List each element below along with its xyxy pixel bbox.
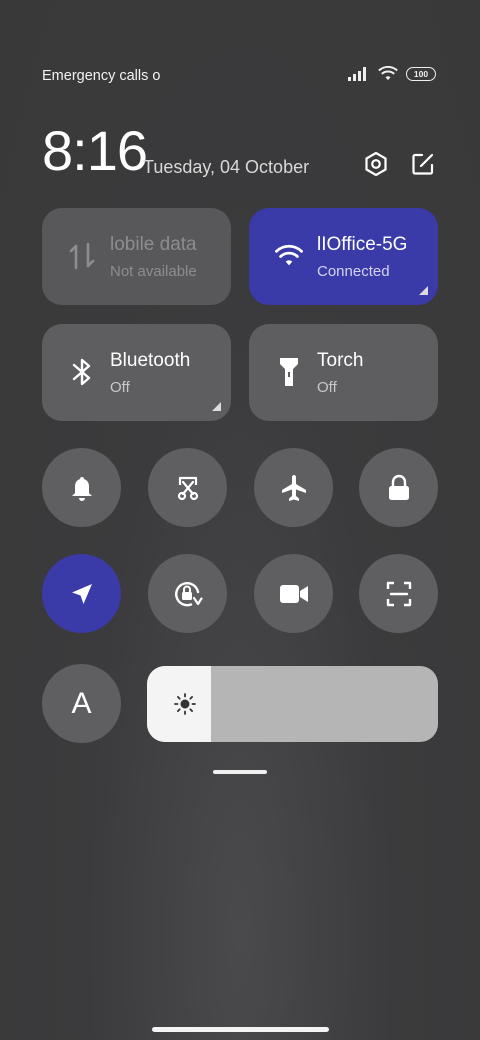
edit-icon[interactable]	[409, 150, 437, 178]
screenshot-toggle[interactable]	[148, 448, 227, 527]
sun-icon	[174, 693, 196, 715]
bluetooth-label: Bluetooth	[110, 350, 191, 371]
settings-gear-icon[interactable]	[362, 150, 390, 178]
screen-record-icon	[279, 584, 308, 603]
airplane-icon	[281, 474, 306, 501]
wifi-expand-corner[interactable]	[419, 286, 428, 295]
status-carrier-text: Emergency calls o	[42, 68, 161, 84]
lock-icon	[388, 474, 409, 500]
mobile-data-label: lobile data	[110, 234, 197, 255]
torch-tile[interactable]: Torch Off	[249, 324, 438, 421]
status-icons: 100	[348, 66, 436, 81]
brightness-slider[interactable]	[147, 666, 438, 742]
mobile-data-icon	[68, 241, 96, 271]
rotation-lock-icon	[174, 581, 203, 606]
font-button-label: A	[71, 686, 92, 720]
scanner-icon	[386, 581, 411, 606]
clock-time: 8:16	[42, 119, 148, 182]
location-icon	[71, 583, 92, 604]
bluetooth-icon	[68, 357, 96, 387]
wifi-tile[interactable]: lIOffice-5G Connected	[249, 208, 438, 305]
signal-icon	[348, 66, 366, 81]
mobile-data-tile[interactable]: lobile data Not available	[42, 208, 231, 305]
scanner-toggle[interactable]	[359, 554, 438, 633]
home-indicator[interactable]	[152, 1027, 329, 1032]
bluetooth-expand-corner[interactable]	[212, 402, 221, 411]
drag-handle[interactable]	[213, 770, 267, 774]
mobile-data-state: Not available	[110, 263, 197, 280]
screen-recorder-toggle[interactable]	[254, 554, 333, 633]
clock-date: Tuesday, 04 October	[143, 157, 310, 177]
status-wifi-icon	[378, 66, 398, 81]
wifi-state: Connected	[317, 263, 390, 280]
font-size-toggle[interactable]: A	[42, 664, 121, 743]
torch-label: Torch	[317, 350, 364, 371]
bluetooth-state: Off	[110, 379, 130, 396]
torch-state: Off	[317, 379, 337, 396]
rotation-lock-toggle[interactable]	[148, 554, 227, 633]
torch-icon	[275, 357, 303, 387]
airplane-mode-toggle[interactable]	[254, 448, 333, 527]
bluetooth-tile[interactable]: Bluetooth Off	[42, 324, 231, 421]
wifi-icon	[275, 241, 303, 271]
bell-icon	[71, 476, 92, 501]
lock-screen-toggle[interactable]	[359, 448, 438, 527]
battery-indicator: 100	[406, 66, 436, 81]
wifi-network-name: lIOffice-5G	[317, 234, 408, 255]
location-toggle[interactable]	[42, 554, 121, 633]
screenshot-icon	[177, 476, 198, 500]
silent-toggle[interactable]	[42, 448, 121, 527]
